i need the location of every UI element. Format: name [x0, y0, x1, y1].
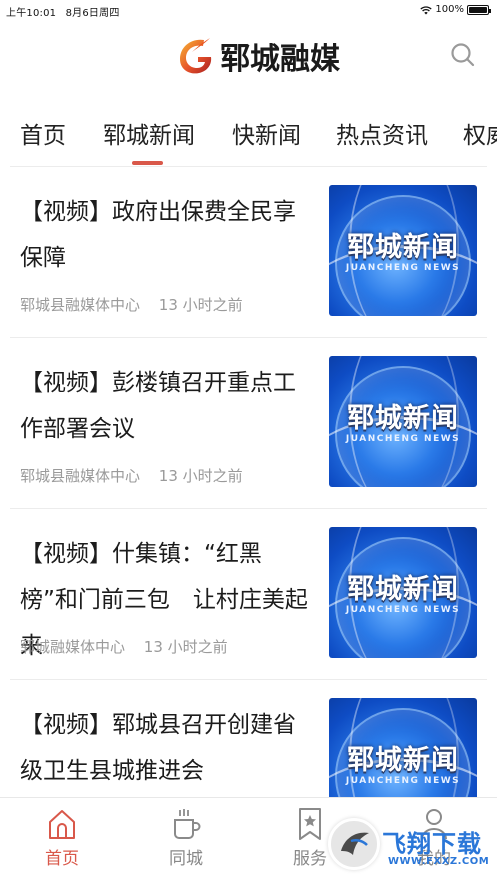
news-time: 13 小时之前	[158, 296, 243, 314]
bookmark-star-icon	[299, 808, 321, 840]
news-meta: 郓城融媒体中心 13 小时之前	[20, 636, 228, 657]
news-thumbnail[interactable]: 郓城新闻 JUANCHENG NEWS	[329, 698, 477, 797]
news-thumbnail[interactable]: 郓城新闻 JUANCHENG NEWS	[329, 527, 477, 658]
site-watermark: 飞翔下载 WWW.FXXZ.COM	[328, 818, 490, 878]
app-logo: 郓城融媒	[174, 34, 340, 78]
news-source: 郓城县融媒体中心	[20, 467, 141, 485]
wifi-icon	[420, 5, 433, 14]
news-item[interactable]: 【视频】什集镇：“红黑榜”和门前三包 让村庄美起来 郓城融媒体中心 13 小时之…	[0, 509, 497, 680]
app-name: 郓城融媒	[220, 42, 340, 77]
news-meta: 郓城县融媒体中心 13 小时之前	[20, 465, 243, 486]
news-source: 郓城县融媒体中心	[20, 296, 141, 314]
news-item[interactable]: 【视频】郓城县召开创建省级卫生县城推进会 郓城新闻 JUANCHENG NEWS	[0, 680, 497, 797]
news-meta: 郓城县融媒体中心 13 小时之前	[20, 294, 243, 315]
status-time-date: 上午10:01 8月6日周四	[6, 4, 120, 19]
thumb-title: 郓城新闻	[347, 403, 459, 434]
status-date: 8月6日周四	[65, 8, 120, 19]
category-tabs: 首页 郓城新闻 快新闻 热点资讯 权威	[0, 108, 497, 166]
thumb-subtitle: JUANCHENG NEWS	[345, 776, 461, 786]
app-header: 郓城融媒	[0, 20, 497, 98]
status-time: 上午10:01	[6, 8, 57, 19]
tab-hot-info[interactable]: 热点资讯	[336, 116, 428, 150]
tab-juancheng-news[interactable]: 郓城新闻	[103, 116, 195, 150]
status-indicators: 100%	[420, 4, 491, 15]
news-thumbnail[interactable]: 郓城新闻 JUANCHENG NEWS	[329, 356, 477, 487]
tab-authority[interactable]: 权威	[463, 116, 497, 150]
news-time: 13 小时之前	[158, 467, 243, 485]
news-list[interactable]: 【视频】政府出保费全民享保障 郓城县融媒体中心 13 小时之前 郓城新闻 JUA…	[0, 167, 497, 797]
battery-percent: 100%	[435, 4, 464, 15]
news-title[interactable]: 【视频】彭楼镇召开重点工作部署会议	[20, 360, 312, 452]
news-item[interactable]: 【视频】彭楼镇召开重点工作部署会议 郓城县融媒体中心 13 小时之前 郓城新闻 …	[0, 338, 497, 509]
thumb-title: 郓城新闻	[347, 232, 459, 263]
nav-local-label: 同城	[169, 849, 203, 869]
news-title[interactable]: 【视频】政府出保费全民享保障	[20, 189, 312, 281]
watermark-url: WWW.FXXZ.COM	[388, 856, 490, 867]
news-title[interactable]: 【视频】郓城县召开创建省级卫生县城推进会	[20, 702, 312, 794]
thumb-subtitle: JUANCHENG NEWS	[345, 434, 461, 444]
thumb-subtitle: JUANCHENG NEWS	[345, 263, 461, 273]
tab-quick-news[interactable]: 快新闻	[232, 116, 301, 150]
tab-home[interactable]: 首页	[20, 116, 66, 150]
search-icon	[451, 43, 475, 67]
juancheng-news-banner-image: 郓城新闻 JUANCHENG NEWS	[329, 698, 477, 797]
watermark-text: 飞翔下载	[382, 830, 482, 858]
thumb-title: 郓城新闻	[347, 745, 459, 776]
juancheng-news-banner-image: 郓城新闻 JUANCHENG NEWS	[329, 185, 477, 316]
thumb-subtitle: JUANCHENG NEWS	[345, 605, 461, 615]
active-tab-indicator	[132, 161, 163, 165]
thumb-title: 郓城新闻	[347, 574, 459, 605]
nav-home[interactable]: 首页	[22, 806, 102, 869]
news-time: 13 小时之前	[143, 638, 228, 656]
flame-g-logo-icon	[180, 38, 212, 74]
status-bar: 上午10:01 8月6日周四 100%	[0, 0, 497, 20]
nav-local[interactable]: 同城	[146, 806, 226, 869]
news-item[interactable]: 【视频】政府出保费全民享保障 郓城县融媒体中心 13 小时之前 郓城新闻 JUA…	[0, 167, 497, 338]
home-icon	[49, 810, 75, 839]
nav-home-label: 首页	[45, 849, 79, 869]
coffee-cup-icon	[174, 809, 201, 839]
battery-icon	[467, 4, 491, 15]
watermark-logo-icon	[328, 818, 380, 870]
search-button[interactable]	[450, 42, 476, 68]
juancheng-news-banner-image: 郓城新闻 JUANCHENG NEWS	[329, 527, 477, 658]
juancheng-news-banner-image: 郓城新闻 JUANCHENG NEWS	[329, 356, 477, 487]
news-source: 郓城融媒体中心	[20, 638, 126, 656]
news-thumbnail[interactable]: 郓城新闻 JUANCHENG NEWS	[329, 185, 477, 316]
